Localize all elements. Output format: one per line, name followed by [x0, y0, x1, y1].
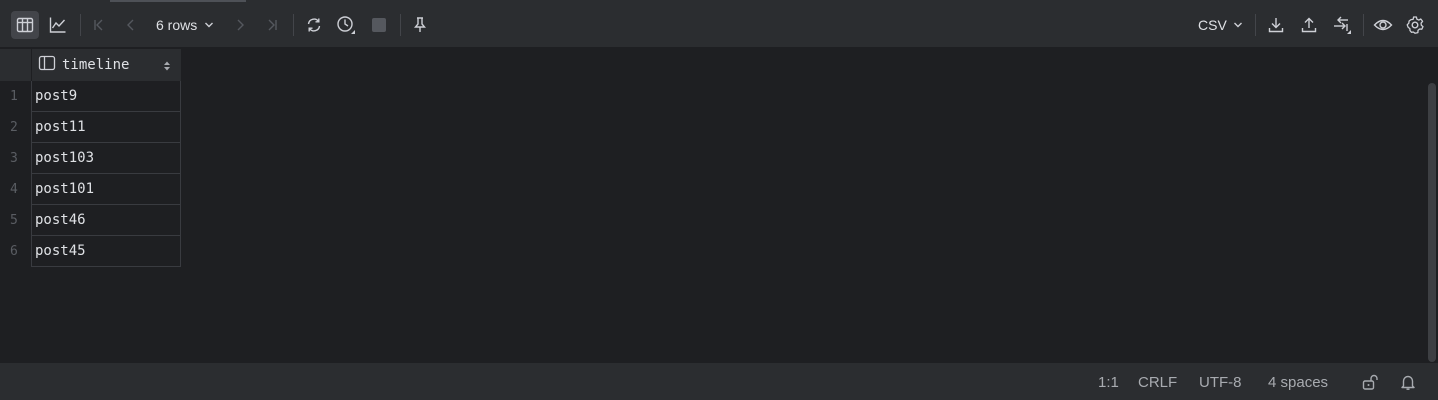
rows-count-label: 6 rows [156, 17, 198, 33]
caret-position[interactable]: 1:1 [1098, 372, 1119, 392]
stop-icon[interactable] [365, 11, 393, 39]
table-cell[interactable]: post46 [31, 205, 181, 236]
indent-setting[interactable]: 4 spaces [1268, 372, 1328, 392]
table-row[interactable]: 5 post46 [0, 205, 181, 236]
row-number: 2 [0, 112, 31, 143]
pin-icon[interactable] [406, 11, 434, 39]
vertical-scrollbar[interactable] [1426, 49, 1438, 362]
toolbar-separator [1255, 14, 1256, 36]
row-number: 1 [0, 81, 31, 112]
table-view-icon[interactable] [11, 11, 39, 39]
table-cell[interactable]: post11 [31, 112, 181, 143]
row-number: 3 [0, 143, 31, 174]
table-row[interactable]: 4 post101 [0, 174, 181, 205]
results-grid: timeline 1 post9 2 post11 3 post103 4 po… [0, 49, 181, 267]
grid-header: timeline [0, 49, 181, 81]
table-cell[interactable]: post9 [31, 81, 181, 112]
column-icon [38, 55, 56, 76]
column-header-timeline[interactable]: timeline [31, 49, 181, 81]
previous-page-icon[interactable] [117, 11, 145, 39]
results-toolbar: 6 rows CSV [0, 0, 1438, 48]
row-number: 5 [0, 205, 31, 236]
table-cell[interactable]: post101 [31, 174, 181, 205]
chart-view-icon[interactable] [44, 11, 72, 39]
row-number: 6 [0, 236, 31, 267]
line-ending[interactable]: CRLF [1138, 372, 1177, 392]
format-label: CSV [1198, 17, 1227, 33]
last-page-icon[interactable] [258, 11, 286, 39]
table-row[interactable]: 1 post9 [0, 81, 181, 112]
format-dropdown[interactable]: CSV [1192, 11, 1249, 39]
chevron-down-icon [1233, 17, 1243, 33]
table-cell[interactable]: post103 [31, 143, 181, 174]
export-download-icon[interactable] [1262, 11, 1290, 39]
lock-icon[interactable] [1359, 371, 1381, 393]
reload-icon[interactable] [300, 11, 328, 39]
row-number: 4 [0, 174, 31, 205]
compare-icon[interactable] [1328, 11, 1356, 39]
toolbar-separator [1363, 14, 1364, 36]
sort-icon[interactable] [163, 59, 171, 77]
table-row[interactable]: 2 post11 [0, 112, 181, 143]
toolbar-separator [80, 14, 81, 36]
file-encoding[interactable]: UTF-8 [1199, 372, 1242, 392]
status-bar: 1:1 CRLF UTF-8 4 spaces [0, 362, 1438, 400]
data-editor-window: 6 rows CSV timeline 1 post9 2 post11 3 p… [0, 0, 1438, 400]
history-icon[interactable] [332, 11, 360, 39]
import-upload-icon[interactable] [1295, 11, 1323, 39]
toolbar-separator [293, 14, 294, 36]
next-page-icon[interactable] [226, 11, 254, 39]
column-name: timeline [62, 57, 130, 73]
table-row[interactable]: 3 post103 [0, 143, 181, 174]
rows-dropdown[interactable]: 6 rows [150, 11, 220, 39]
table-row[interactable]: 6 post45 [0, 236, 181, 267]
settings-gear-icon[interactable] [1401, 11, 1429, 39]
notifications-bell-icon[interactable] [1397, 371, 1419, 393]
tab-indicator [110, 0, 246, 2]
table-cell[interactable]: post45 [31, 236, 181, 267]
toolbar-separator [400, 14, 401, 36]
scrollbar-thumb[interactable] [1428, 83, 1436, 362]
view-eye-icon[interactable] [1369, 11, 1397, 39]
grid-corner[interactable] [0, 49, 31, 81]
chevron-down-icon [204, 17, 214, 33]
first-page-icon[interactable] [85, 11, 113, 39]
